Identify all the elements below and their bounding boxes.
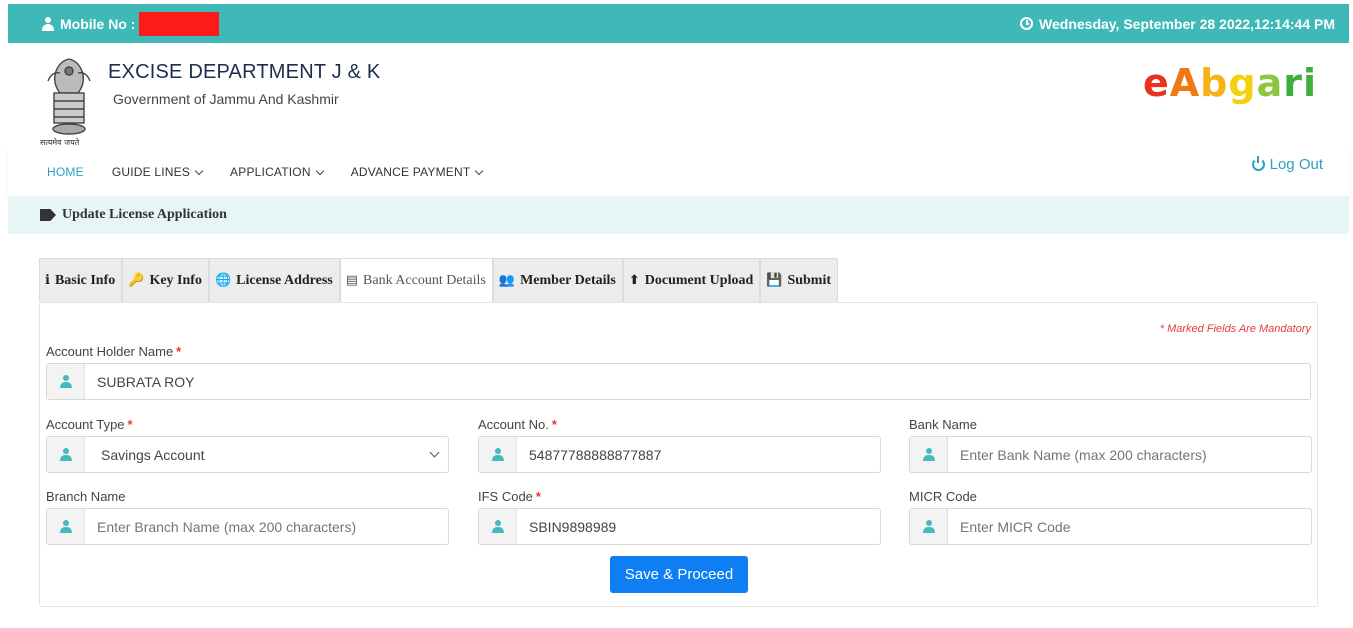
holder-name-label: Account Holder Name * [46,344,182,359]
top-bar: Mobile No : Wednesday, September 28 2022… [8,4,1349,43]
bank-account-form: * Marked Fields Are Mandatory Account Ho… [39,302,1318,607]
datetime-text: Wednesday, September 28 2022,12:14:44 PM [1039,15,1335,32]
application-tabs: ℹ Basic Info 🔑 Key Info 🌐 License Addres… [39,258,839,302]
micr-code-input[interactable]: Enter MICR Code [909,508,1312,545]
info-icon: ℹ [45,273,50,288]
tab-document-upload[interactable]: ⬆ Document Upload [622,258,761,302]
ifs-code-label: IFS Code * [478,489,541,504]
account-type-select[interactable]: Savings Account [46,436,449,473]
user-icon [922,520,935,533]
user-icon [491,448,504,461]
main-nav: HOME GUIDE LINES APPLICATION ADVANCE PAY… [8,148,1349,196]
department-title: EXCISE DEPARTMENT J & K [108,61,381,83]
chevron-down-icon [475,166,484,175]
bank-name-input[interactable]: Enter Bank Name (max 200 characters) [909,436,1312,473]
chevron-down-icon [429,447,440,458]
bank-name-placeholder: Enter Bank Name (max 200 characters) [960,446,1207,463]
tab-license-address[interactable]: 🌐 License Address [208,258,340,302]
save-icon: 💾 [766,273,783,288]
account-no-input[interactable]: 54877788888877887 [478,436,881,473]
user-icon [922,448,935,461]
chevron-down-icon [315,166,324,175]
redacted-mobile-number [139,11,220,36]
nav-item-application[interactable]: APPLICATION [230,165,324,179]
mandatory-note: * Marked Fields Are Mandatory [1159,323,1311,335]
section-header: Update License Application [8,196,1349,234]
emblem-caption: सत्यमेव जयते [40,138,80,147]
tab-bank-account-details[interactable]: ▤ Bank Account Details [339,258,493,302]
nav-item-advance-payment[interactable]: ADVANCE PAYMENT [351,165,484,179]
mobile-label: Mobile No : [60,15,136,32]
tab-member-details[interactable]: 👥 Member Details [492,258,623,302]
micr-code-placeholder: Enter MICR Code [960,518,1071,535]
account-type-value: Savings Account [101,446,205,463]
holder-name-value: SUBRATA ROY [97,373,195,390]
state-emblem-icon [47,58,91,135]
nav-item-guide-lines[interactable]: GUIDE LINES [112,165,204,179]
logout-link[interactable]: Log Out [1251,156,1323,173]
power-icon [1251,156,1265,171]
account-type-label: Account Type * [46,417,133,432]
eabgari-logo: eAbgari [1142,61,1317,105]
user-icon [59,448,72,461]
tab-basic-info[interactable]: ℹ Basic Info [39,258,123,302]
globe-icon: 🌐 [214,273,232,288]
branch-name-placeholder: Enter Branch Name (max 200 characters) [97,518,357,535]
section-title: Update License Application [62,207,227,222]
account-no-value: 54877788888877887 [529,446,662,463]
branch-name-input[interactable]: Enter Branch Name (max 200 characters) [46,508,449,545]
tags-icon [40,209,56,221]
users-icon: 👥 [498,273,516,288]
bank-name-label: Bank Name [909,417,977,432]
department-subtitle: Government of Jammu And Kashmir [113,91,339,107]
mobile-info: Mobile No : [42,11,220,36]
ifs-code-value: SBIN9898989 [529,518,617,535]
id-card-icon: ▤ [345,273,359,288]
tab-key-info[interactable]: 🔑 Key Info [122,258,209,302]
datetime-display: Wednesday, September 28 2022,12:14:44 PM [1020,16,1335,32]
save-proceed-button[interactable]: Save & Proceed [610,556,748,593]
key-icon: 🔑 [128,273,145,288]
ifs-code-input[interactable]: SBIN9898989 [478,508,881,545]
page: Mobile No : Wednesday, September 28 2022… [0,0,1353,628]
micr-code-label: MICR Code [909,489,977,504]
nav-item-home[interactable]: HOME [47,165,84,179]
branch-name-label: Branch Name [46,489,126,504]
account-no-label: Account No. * [478,417,557,432]
user-icon [59,375,72,388]
user-icon [42,16,54,31]
user-icon [491,520,504,533]
user-icon [59,520,72,533]
chevron-down-icon [194,166,204,175]
holder-name-input[interactable]: SUBRATA ROY [46,363,1311,400]
clock-icon [1020,17,1034,30]
site-header: सत्यमेव जयते EXCISE DEPARTMENT J & K Gov… [8,43,1349,148]
tab-submit[interactable]: 💾 Submit [760,258,839,302]
upload-icon: ⬆ [628,273,640,288]
